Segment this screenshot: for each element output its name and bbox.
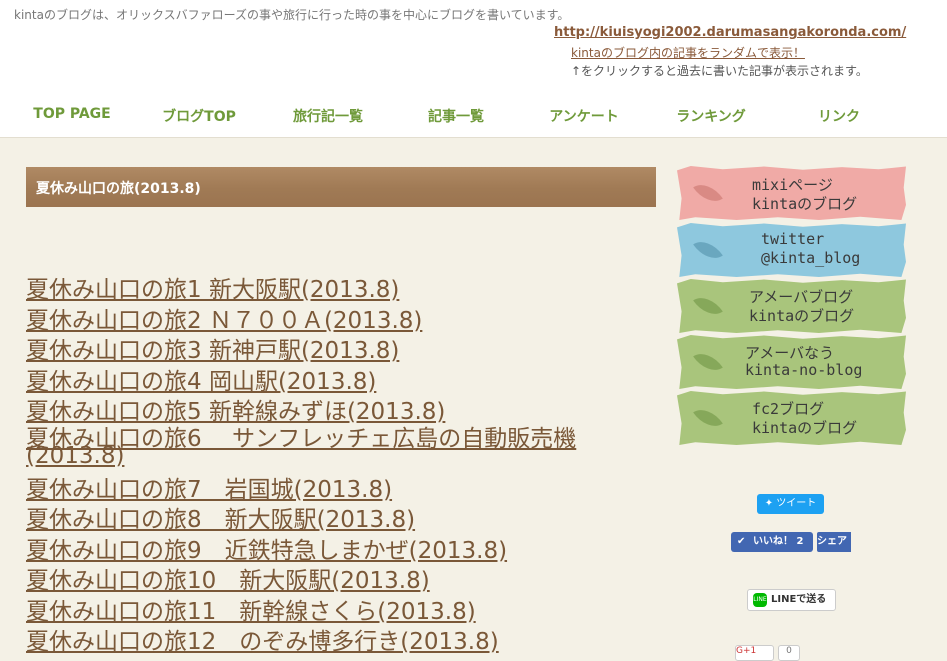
gplus-count: 0 (778, 645, 800, 661)
leaf-icon (693, 346, 723, 378)
article-link[interactable]: 夏休み山口の旅8 新大阪駅(2013.8) (26, 505, 666, 536)
random-article-link[interactable]: kintaのブログ内の記事をランダムで表示！ (571, 44, 805, 61)
tweet-label: ツイート (776, 498, 817, 509)
leaf-icon (693, 290, 723, 322)
line-label: LINEで送る (771, 594, 827, 605)
nav-survey[interactable]: アンケート (524, 106, 644, 126)
google-plus-button[interactable]: G+1 (735, 645, 774, 661)
main-nav: TOP PAGE ブログTOP 旅行記一覧 記事一覧 アンケート ランキング リ… (0, 100, 947, 130)
leaf-icon (693, 402, 723, 434)
mixi-banner[interactable]: mixiページ kintaのブログ (677, 166, 906, 220)
article-link[interactable]: 夏休み山口の旅7 岩国城(2013.8) (26, 475, 666, 506)
banner-subtitle: kintaのブログ (752, 195, 858, 213)
like-label: いいね！ 2 (753, 536, 804, 547)
banner-title: mixiページ (752, 176, 833, 194)
line-logo-icon: LINE (753, 593, 767, 607)
site-url-link[interactable]: http://kiuisyogi2002.darumasangakoronda.… (554, 25, 906, 40)
article-link[interactable]: 夏休み山口の旅12 のぞみ博多行き(2013.8) (26, 627, 666, 658)
ameba-now-banner[interactable]: アメーバなう kinta-no-blog (677, 335, 906, 389)
nav-travel-list[interactable]: 旅行記一覧 (268, 106, 388, 126)
nav-blog-top[interactable]: ブログTOP (139, 106, 259, 126)
leaf-icon (693, 234, 723, 266)
nav-top-page[interactable]: TOP PAGE (12, 106, 132, 122)
article-list: 夏休み山口の旅1 新大阪駅(2013.8) 夏休み山口の旅2 Ｎ７００Ａ(201… (26, 275, 666, 658)
banner-title: アメーバブログ (749, 288, 854, 306)
random-article-note: ↑をクリックすると過去に書いた記事が表示されます。 (571, 64, 868, 78)
banner-subtitle: kintaのブログ (749, 307, 855, 325)
tweet-button[interactable]: ✦ ツイート (757, 494, 824, 514)
article-link[interactable]: 夏休み山口の旅2 Ｎ７００Ａ(2013.8) (26, 306, 666, 337)
line-share-button[interactable]: LINE LINEで送る (747, 589, 836, 611)
article-link[interactable]: 夏休み山口の旅10 新大阪駅(2013.8) (26, 566, 666, 597)
facebook-share-button[interactable]: シェア (817, 532, 851, 552)
article-link[interactable]: 夏休み山口の旅6 サンフレッチェ広島の自動販売機(2013.8) (26, 427, 666, 475)
banner-subtitle: kintaのブログ (752, 419, 858, 437)
page-title: 夏休み山口の旅(2013.8) (36, 181, 201, 197)
site-header: kintaのブログは、オリックスバファローズの事や旅行に行った時の事を中心にブロ… (0, 0, 947, 138)
banner-title: twitter (761, 230, 825, 248)
share-label: シェア (817, 536, 847, 547)
banner-title: アメーバなう (745, 344, 835, 362)
article-link[interactable]: 夏休み山口の旅4 岡山駅(2013.8) (26, 367, 666, 398)
bird-icon: ✦ (764, 498, 774, 509)
banner-title: fc2ブログ (752, 400, 825, 418)
nav-article-list[interactable]: 記事一覧 (396, 106, 516, 126)
twitter-banner[interactable]: twitter @kinta_blog (677, 223, 906, 277)
article-link[interactable]: 夏休み山口の旅3 新神戸駅(2013.8) (26, 336, 666, 367)
banner-subtitle: @kinta_blog (761, 249, 861, 267)
fc2-blog-banner[interactable]: fc2ブログ kintaのブログ (677, 391, 906, 445)
thumbs-up-icon: ✔ (737, 536, 746, 547)
leaf-icon (693, 177, 723, 209)
ameba-blog-banner[interactable]: アメーバブログ kintaのブログ (677, 279, 906, 333)
article-link[interactable]: 夏休み山口の旅9 近鉄特急しまかぜ(2013.8) (26, 536, 666, 567)
page-title-bar: 夏休み山口の旅(2013.8) (26, 167, 656, 207)
article-link[interactable]: 夏休み山口の旅5 新幹線みずほ(2013.8) (26, 397, 666, 428)
article-link[interactable]: 夏休み山口の旅1 新大阪駅(2013.8) (26, 275, 666, 306)
facebook-like-button[interactable]: ✔ いいね！ 2 (731, 532, 813, 552)
banner-subtitle: kinta-no-blog (745, 361, 863, 379)
site-tagline: kintaのブログは、オリックスバファローズの事や旅行に行った時の事を中心にブロ… (14, 8, 570, 22)
nav-ranking[interactable]: ランキング (651, 106, 771, 126)
article-link[interactable]: 夏休み山口の旅11 新幹線さくら(2013.8) (26, 597, 666, 628)
nav-links[interactable]: リンク (779, 106, 899, 126)
